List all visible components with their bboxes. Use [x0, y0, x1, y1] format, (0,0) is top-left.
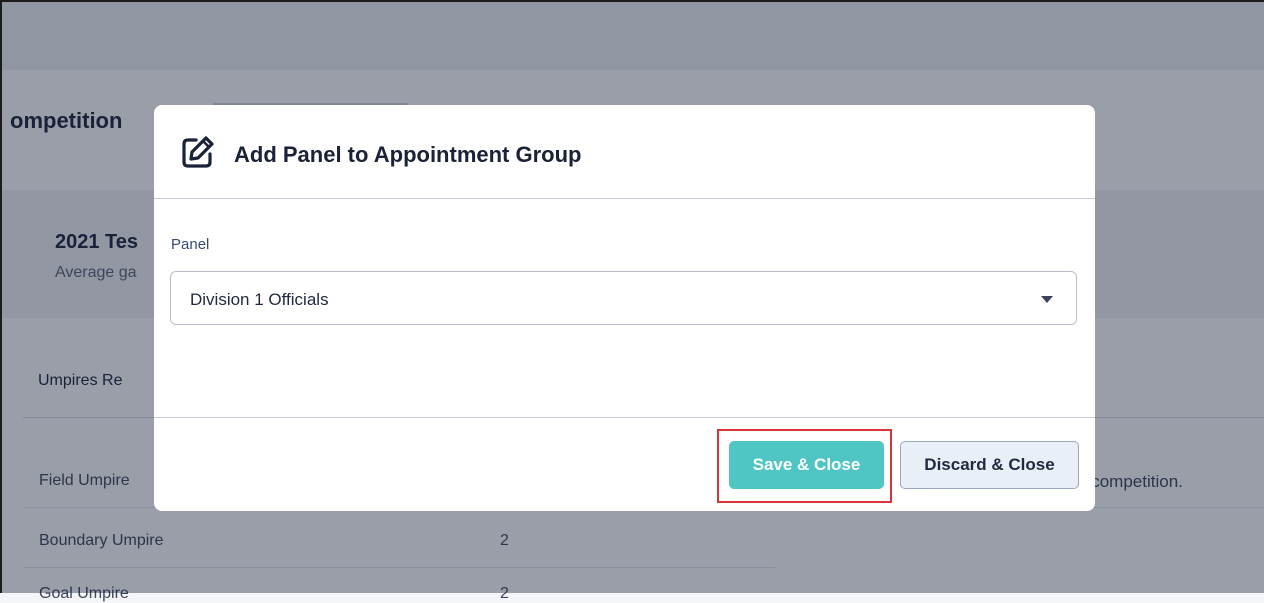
chevron-down-icon	[1041, 296, 1053, 303]
panel-field-label: Panel	[171, 236, 210, 253]
discard-and-close-button[interactable]: Discard & Close	[900, 441, 1079, 489]
modal-footer-divider	[154, 417, 1095, 418]
panel-select-value: Division 1 Officials	[190, 290, 329, 309]
modal-header: Add Panel to Appointment Group	[154, 105, 1095, 199]
screenshot-frame-top	[0, 0, 1264, 2]
add-panel-modal: Add Panel to Appointment Group Panel Div…	[154, 105, 1095, 511]
screenshot-frame-left	[0, 0, 2, 593]
save-and-close-button[interactable]: Save & Close	[729, 441, 884, 489]
panel-select[interactable]: Division 1 Officials	[170, 271, 1077, 325]
modal-title: Add Panel to Appointment Group	[234, 142, 582, 167]
edit-icon	[182, 136, 214, 168]
